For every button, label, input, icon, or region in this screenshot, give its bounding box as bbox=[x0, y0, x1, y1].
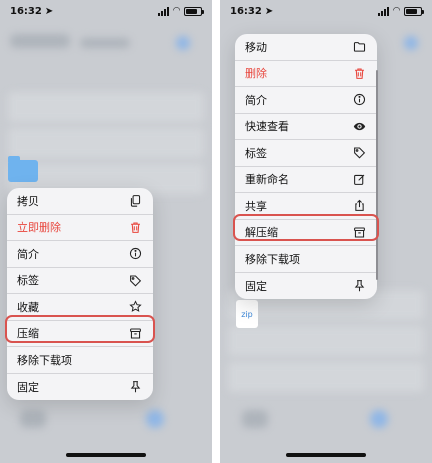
menu-item-label: 收藏 bbox=[17, 300, 39, 314]
right-screen: 16:32 ➤ ◠ 移动删除简介快速查看标签重新命名共享解压缩移除下载项固定 z… bbox=[220, 0, 432, 463]
menu-item-label: 压缩 bbox=[17, 327, 39, 341]
battery-icon bbox=[184, 6, 204, 16]
menu-item-right-0[interactable]: 移动 bbox=[235, 34, 377, 61]
menu-item-label: 重新命名 bbox=[245, 173, 289, 187]
eye-icon bbox=[352, 119, 366, 133]
no-icon bbox=[352, 252, 366, 266]
menu-item-label: 快速查看 bbox=[245, 120, 289, 134]
pin-icon bbox=[352, 279, 366, 293]
menu-item-right-8[interactable]: 移除下载项 bbox=[235, 246, 377, 273]
menu-item-right-2[interactable]: 简介 bbox=[235, 87, 377, 114]
menu-item-label: 标签 bbox=[245, 146, 267, 160]
status-bar: 16:32 ➤ ◠ bbox=[220, 0, 432, 22]
menu-item-left-5[interactable]: 压缩 bbox=[7, 321, 153, 347]
share-icon bbox=[352, 199, 366, 213]
archive-icon bbox=[352, 225, 366, 239]
menu-item-left-4[interactable]: 收藏 bbox=[7, 294, 153, 321]
status-time: 16:32 bbox=[10, 5, 42, 17]
menu-item-label: 固定 bbox=[245, 279, 267, 293]
archive-icon bbox=[128, 326, 142, 340]
menu-item-right-5[interactable]: 重新命名 bbox=[235, 167, 377, 193]
copy-icon bbox=[128, 194, 142, 208]
battery-icon bbox=[404, 6, 424, 16]
signal-icon bbox=[158, 6, 170, 16]
menu-item-right-9[interactable]: 固定 bbox=[235, 273, 377, 300]
menu-item-right-3[interactable]: 快速查看 bbox=[235, 114, 377, 140]
menu-item-label: 简介 bbox=[17, 247, 39, 261]
menu-item-left-7[interactable]: 固定 bbox=[7, 374, 153, 401]
menu-item-right-1[interactable]: 删除 bbox=[235, 61, 377, 87]
info-icon bbox=[352, 93, 366, 107]
menu-item-label: 简介 bbox=[245, 93, 267, 107]
menu-item-label: 删除 bbox=[245, 67, 267, 81]
context-menu: 拷贝立即删除简介标签收藏压缩移除下载项固定 bbox=[7, 188, 153, 400]
menu-item-label: 拷贝 bbox=[17, 194, 39, 208]
menu-item-label: 移除下载项 bbox=[245, 252, 300, 266]
menu-item-label: 移除下载项 bbox=[17, 353, 72, 367]
scroll-indicator[interactable] bbox=[376, 70, 378, 280]
menu-item-right-4[interactable]: 标签 bbox=[235, 140, 377, 167]
menu-item-left-6[interactable]: 移除下载项 bbox=[7, 347, 153, 374]
menu-item-label: 共享 bbox=[245, 199, 267, 213]
wifi-icon: ◠ bbox=[393, 6, 400, 16]
menu-item-left-3[interactable]: 标签 bbox=[7, 268, 153, 294]
info-icon bbox=[128, 247, 142, 261]
menu-item-label: 标签 bbox=[17, 274, 39, 288]
zip-file-label: zip bbox=[241, 309, 253, 319]
menu-item-label: 固定 bbox=[17, 380, 39, 394]
no-icon bbox=[128, 353, 142, 367]
tag-icon bbox=[352, 146, 366, 160]
menu-item-right-7[interactable]: 解压缩 bbox=[235, 220, 377, 246]
context-menu: 移动删除简介快速查看标签重新命名共享解压缩移除下载项固定 bbox=[235, 34, 377, 299]
menu-item-left-1[interactable]: 立即删除 bbox=[7, 215, 153, 241]
trash-icon bbox=[352, 66, 366, 80]
location-icon: ➤ bbox=[44, 5, 54, 17]
trash-icon bbox=[128, 220, 142, 234]
left-screen: 16:32 ➤ ◠ 拷贝立即删除简介标签收藏压缩移除下载项固定 bbox=[0, 0, 212, 463]
tag-icon bbox=[128, 273, 142, 287]
menu-item-label: 解压缩 bbox=[245, 226, 278, 240]
pin-icon bbox=[128, 380, 142, 394]
home-indicator bbox=[66, 453, 146, 457]
zip-file-icon[interactable]: zip bbox=[236, 300, 258, 328]
location-icon: ➤ bbox=[264, 5, 274, 17]
status-time: 16:32 bbox=[230, 5, 262, 17]
star-icon bbox=[128, 300, 142, 314]
home-indicator bbox=[286, 453, 366, 457]
folder-icon bbox=[352, 40, 366, 54]
wifi-icon: ◠ bbox=[173, 6, 180, 16]
menu-item-left-2[interactable]: 简介 bbox=[7, 241, 153, 268]
menu-item-left-0[interactable]: 拷贝 bbox=[7, 188, 153, 215]
folder-icon bbox=[8, 156, 38, 182]
rename-icon bbox=[352, 172, 366, 186]
signal-icon bbox=[378, 6, 390, 16]
menu-item-label: 立即删除 bbox=[17, 221, 61, 235]
status-bar: 16:32 ➤ ◠ bbox=[0, 0, 212, 22]
menu-item-right-6[interactable]: 共享 bbox=[235, 193, 377, 220]
menu-item-label: 移动 bbox=[245, 40, 267, 54]
